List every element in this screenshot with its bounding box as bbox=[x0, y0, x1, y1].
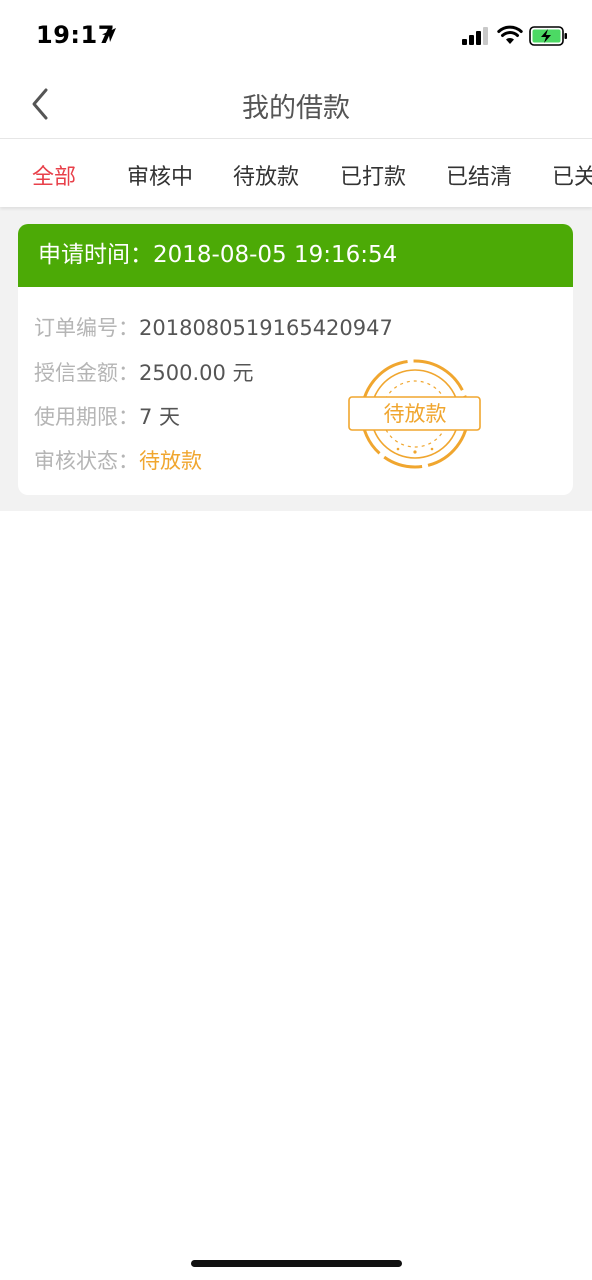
status-bar: 19:17 bbox=[0, 0, 592, 72]
apply-time-value: 2018-08-05 19:16:54 bbox=[153, 242, 398, 268]
loan-term-row: 使用期限：7 天 bbox=[34, 401, 180, 431]
review-status-value: 待放款 bbox=[139, 449, 202, 473]
tab-closed[interactable]: 已关 bbox=[552, 159, 592, 191]
stamp-text: 待放款 bbox=[384, 402, 447, 426]
credit-amount-value: 2500.00 元 bbox=[139, 361, 254, 385]
tab-under-review[interactable]: 审核中 bbox=[127, 159, 193, 191]
review-status-label: 审核状态： bbox=[34, 449, 139, 473]
loan-term-value: 7 天 bbox=[139, 405, 181, 429]
loan-card[interactable]: 申请时间：2018-08-05 19:16:54 订单编号：2018080519… bbox=[18, 224, 573, 495]
pending-disbursement-stamp: 待放款 bbox=[348, 359, 481, 469]
location-arrow-icon bbox=[102, 28, 116, 42]
status-tabs: 全部 审核中 待放款 已打款 已结清 已关 bbox=[0, 139, 592, 207]
nav-bar: 我的借款 bbox=[0, 72, 592, 139]
apply-time-label: 申请时间： bbox=[38, 242, 153, 268]
tab-settled[interactable]: 已结清 bbox=[446, 159, 512, 191]
order-number-label: 订单编号： bbox=[34, 316, 139, 340]
credit-amount-label: 授信金额： bbox=[34, 361, 139, 385]
page-title: 我的借款 bbox=[242, 93, 350, 124]
wifi-icon bbox=[497, 25, 523, 44]
review-status-row: 审核状态：待放款 bbox=[34, 445, 202, 475]
order-number-row: 订单编号：2018080519165420947 bbox=[34, 312, 393, 342]
card-header: 申请时间：2018-08-05 19:16:54 bbox=[18, 224, 573, 287]
credit-amount-row: 授信金额：2500.00 元 bbox=[34, 357, 254, 387]
home-indicator bbox=[191, 1260, 402, 1267]
tab-pending-disbursement[interactable]: 待放款 bbox=[233, 159, 299, 191]
loan-term-label: 使用期限： bbox=[34, 405, 139, 429]
order-number-value: 2018080519165420947 bbox=[139, 316, 393, 340]
tab-paid[interactable]: 已打款 bbox=[340, 159, 406, 191]
tab-all[interactable]: 全部 bbox=[32, 159, 76, 191]
battery-charging-icon bbox=[529, 26, 567, 46]
cellular-signal-icon bbox=[462, 27, 488, 45]
